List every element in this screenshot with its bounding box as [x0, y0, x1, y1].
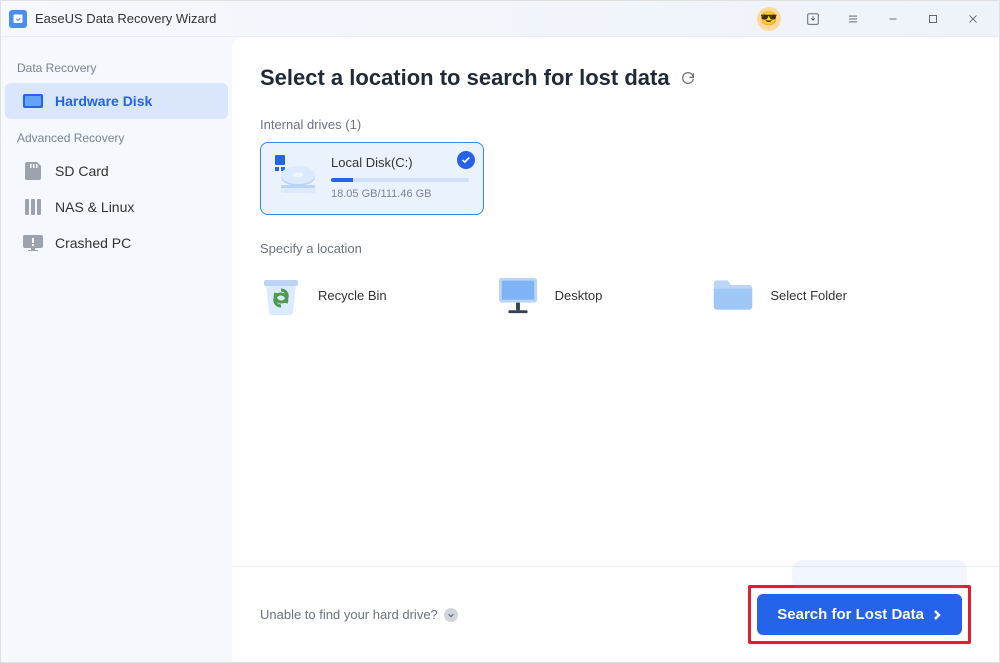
- crashed-pc-icon: [23, 235, 43, 251]
- app-logo-icon: [9, 10, 27, 28]
- location-desktop[interactable]: Desktop: [497, 274, 603, 316]
- drive-name: Local Disk(C:): [331, 155, 469, 170]
- app-title: EaseUS Data Recovery Wizard: [35, 11, 216, 26]
- sidebar-section-advanced-recovery: Advanced Recovery: [1, 119, 232, 153]
- sidebar-item-crashed-pc[interactable]: Crashed PC: [5, 225, 228, 261]
- maximize-button[interactable]: [915, 5, 951, 33]
- sidebar-section-data-recovery: Data Recovery: [1, 49, 232, 83]
- nas-server-icon: [23, 199, 43, 215]
- hard-drive-icon: [275, 155, 317, 197]
- location-select-folder[interactable]: Select Folder: [712, 274, 847, 316]
- chevron-down-icon: [444, 608, 458, 622]
- hardware-disk-icon: [23, 93, 43, 109]
- sidebar-item-label: SD Card: [55, 163, 109, 179]
- folder-icon: [712, 274, 754, 316]
- drive-stats: 18.05 GB/111.46 GB: [331, 188, 469, 200]
- sd-card-icon: [23, 163, 43, 179]
- search-button-label: Search for Lost Data: [777, 606, 924, 623]
- sidebar: Data Recovery Hardware Disk Advanced Rec…: [1, 37, 232, 662]
- search-for-lost-data-button[interactable]: Search for Lost Data: [757, 594, 962, 635]
- user-avatar-icon[interactable]: 😎: [757, 7, 781, 31]
- sidebar-item-sd-card[interactable]: SD Card: [5, 153, 228, 189]
- chevron-right-icon: [932, 610, 942, 620]
- selected-check-icon: [457, 151, 475, 169]
- sidebar-item-label: Crashed PC: [55, 235, 131, 251]
- sidebar-item-label: Hardware Disk: [55, 93, 152, 109]
- menu-icon[interactable]: [835, 5, 871, 33]
- main-container: Data Recovery Hardware Disk Advanced Rec…: [1, 37, 999, 662]
- locations-row: Recycle Bin Desktop: [260, 274, 971, 316]
- minimize-button[interactable]: [875, 5, 911, 33]
- drive-info: Local Disk(C:) 18.05 GB/111.46 GB: [331, 155, 469, 200]
- location-label: Select Folder: [770, 288, 847, 303]
- location-label: Desktop: [555, 288, 603, 303]
- titlebar-right: 😎: [757, 5, 991, 33]
- download-icon[interactable]: [795, 5, 831, 33]
- location-recycle-bin[interactable]: Recycle Bin: [260, 274, 387, 316]
- footer: Unable to find your hard drive? Search f…: [232, 566, 999, 662]
- titlebar: EaseUS Data Recovery Wizard 😎: [1, 1, 999, 37]
- location-label: Recycle Bin: [318, 288, 387, 303]
- drive-usage-bar: [331, 178, 469, 182]
- sidebar-item-hardware-disk[interactable]: Hardware Disk: [5, 83, 228, 119]
- sidebar-item-nas-linux[interactable]: NAS & Linux: [5, 189, 228, 225]
- close-button[interactable]: [955, 5, 991, 33]
- sidebar-item-label: NAS & Linux: [55, 199, 134, 215]
- recycle-bin-icon: [260, 274, 302, 316]
- refresh-icon[interactable]: [680, 70, 696, 86]
- footer-hint[interactable]: Unable to find your hard drive?: [260, 607, 458, 622]
- search-button-highlight: Search for Lost Data: [748, 585, 971, 644]
- drive-card-local-disk-c[interactable]: Local Disk(C:) 18.05 GB/111.46 GB: [260, 142, 484, 215]
- main-panel: Select a location to search for lost dat…: [232, 37, 999, 662]
- page-title: Select a location to search for lost dat…: [260, 65, 670, 91]
- hint-text: Unable to find your hard drive?: [260, 607, 438, 622]
- internal-drives-label: Internal drives (1): [260, 117, 971, 132]
- titlebar-left: EaseUS Data Recovery Wizard: [9, 10, 216, 28]
- specify-location-label: Specify a location: [260, 241, 971, 256]
- desktop-icon: [497, 274, 539, 316]
